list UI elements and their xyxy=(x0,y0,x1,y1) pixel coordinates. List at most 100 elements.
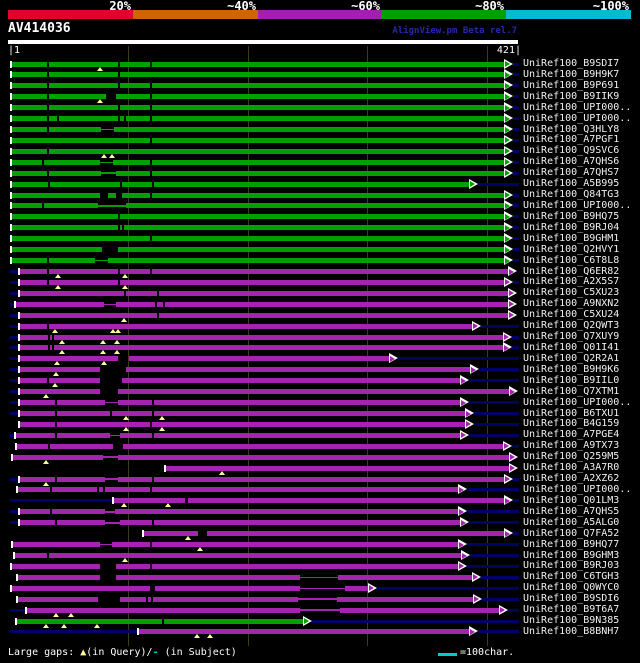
alignment-bar-segment xyxy=(138,629,470,635)
alignment-bar-segment xyxy=(19,411,466,417)
gap-thin-line xyxy=(103,456,118,458)
gap-thin-line xyxy=(110,434,120,437)
start-tick xyxy=(18,278,20,286)
alignment-bar-segment xyxy=(19,389,100,395)
alignment-bar-segment xyxy=(340,607,500,613)
alignment-bar-segment xyxy=(19,509,105,515)
gap-thin-line xyxy=(100,161,113,164)
arrowhead-fill xyxy=(505,224,510,231)
start-tick xyxy=(18,399,20,407)
gap-notch xyxy=(118,279,120,286)
gap-notch xyxy=(122,224,124,231)
start-tick xyxy=(18,388,20,396)
gap-notch xyxy=(57,115,59,122)
alignment-bar-segment xyxy=(120,520,461,526)
connector-line xyxy=(513,171,519,175)
gap-notch xyxy=(47,279,49,286)
alignment-bar-segment xyxy=(19,345,504,351)
gap-notch xyxy=(42,159,44,166)
gap-thin-line xyxy=(300,576,338,579)
alignment-bar-segment xyxy=(345,585,369,591)
query-gap-triangle xyxy=(185,536,191,541)
alignment-bar-segment xyxy=(15,432,110,438)
connector-line xyxy=(481,324,519,328)
alignment-bar-segment xyxy=(11,105,505,111)
start-tick xyxy=(15,617,17,625)
unaligned-line xyxy=(10,499,113,503)
start-tick xyxy=(18,311,20,319)
gap-notch xyxy=(118,115,120,122)
arrowhead-fill xyxy=(505,246,510,253)
alignment-bar-segment xyxy=(19,312,508,318)
alignment-bar-segment xyxy=(11,127,101,133)
start-tick xyxy=(16,595,18,603)
gap-notch xyxy=(47,552,49,559)
arrowhead-fill xyxy=(505,530,510,537)
hundred-char-swatch xyxy=(438,653,457,656)
alignment-bar-segment xyxy=(112,542,459,548)
alignment-bar-segment xyxy=(122,192,505,198)
alignment-bar-segment xyxy=(122,378,461,384)
arrowhead-fill xyxy=(466,421,471,428)
alignment-bar-segment xyxy=(11,94,106,100)
start-tick xyxy=(11,453,13,461)
alignment-bar-segment xyxy=(116,563,460,569)
connector-line xyxy=(513,280,519,284)
connector-line xyxy=(513,259,519,263)
alignment-bar-segment xyxy=(19,367,100,373)
start-tick xyxy=(16,573,18,581)
arrowhead-fill xyxy=(470,181,475,188)
row-label[interactable]: UniRef100_B8BNH7 xyxy=(523,626,619,638)
connector-line xyxy=(513,477,519,481)
arrowhead-fill xyxy=(509,301,514,308)
gap-notch xyxy=(118,71,120,78)
connector-line xyxy=(513,237,519,241)
alignment-bar-segment xyxy=(11,170,101,176)
alignment-bar-segment xyxy=(17,487,459,493)
start-tick xyxy=(13,552,15,560)
query-gap-triangle xyxy=(59,339,65,344)
gap-notch xyxy=(52,344,54,351)
connector-line xyxy=(513,106,519,110)
arrowhead-fill xyxy=(474,596,479,603)
alignment-bar-segment xyxy=(11,192,100,198)
alignment-bar-segment xyxy=(11,225,505,231)
gap-notch xyxy=(55,519,57,526)
alignment-bar-segment xyxy=(113,159,505,165)
alignment-bar-segment xyxy=(19,269,508,275)
alignment-bar-segment xyxy=(116,170,505,176)
unaligned-line xyxy=(10,630,138,634)
gap-notch xyxy=(155,301,157,308)
connector-line xyxy=(312,619,519,623)
start-tick xyxy=(18,420,20,428)
gap-notch xyxy=(48,334,50,341)
alignment-bar-segment xyxy=(114,127,505,133)
gap-notch xyxy=(42,202,44,209)
start-tick xyxy=(18,410,20,418)
gap-notch xyxy=(48,344,50,351)
start-tick xyxy=(10,235,12,243)
query-gap-triangle xyxy=(194,634,200,639)
arrowhead-fill xyxy=(505,235,510,242)
alignment-bar-segment xyxy=(11,585,150,591)
query-gap-triangle xyxy=(53,372,59,377)
arrowhead-fill xyxy=(505,159,510,166)
query-gap-triangle xyxy=(122,284,128,289)
gap-notch xyxy=(150,82,152,89)
connector-line xyxy=(513,204,519,208)
start-tick xyxy=(18,519,20,527)
start-tick xyxy=(10,169,12,177)
gaps-legend: Large gaps: ▲(in Query)/- (in Subject) xyxy=(8,647,237,658)
connector-line xyxy=(481,575,519,579)
connector-line xyxy=(513,193,519,197)
arrowhead-fill xyxy=(510,388,515,395)
gap-notch xyxy=(150,170,152,177)
alignment-bar-segment xyxy=(207,531,505,537)
start-tick xyxy=(10,147,12,155)
gap-notch xyxy=(47,126,49,133)
arrowhead-fill xyxy=(461,377,466,384)
start-tick xyxy=(10,180,12,188)
arrowhead-fill xyxy=(500,607,505,614)
gap-notch xyxy=(103,486,105,493)
alignment-bar-segment xyxy=(16,618,303,624)
